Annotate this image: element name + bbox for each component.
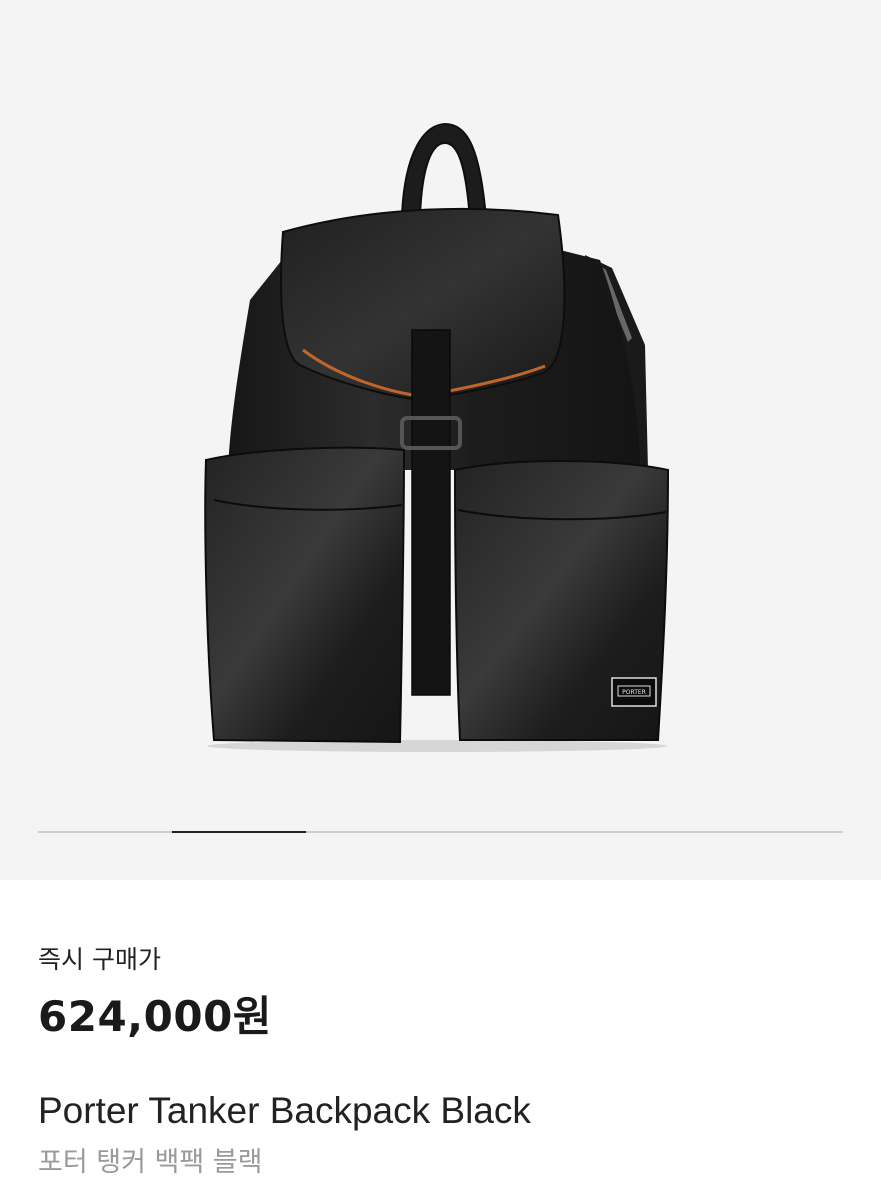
gallery-progress-indicator bbox=[172, 831, 307, 833]
product-name-ko: 포터 탱커 백팩 블랙 bbox=[38, 1147, 263, 1178]
brand-patch-text: PORTER bbox=[622, 689, 646, 696]
product-name-en: Porter Tanker Backpack Black bbox=[38, 1090, 531, 1131]
price-label: 즉시 구매가 bbox=[38, 945, 161, 974]
product-image-gallery[interactable]: PORTER bbox=[0, 0, 881, 880]
gallery-progress-track bbox=[38, 831, 843, 833]
backpack-image: PORTER bbox=[204, 122, 670, 752]
brand-patch: PORTER bbox=[611, 677, 657, 707]
price-value: 624,000원 bbox=[38, 992, 272, 1041]
